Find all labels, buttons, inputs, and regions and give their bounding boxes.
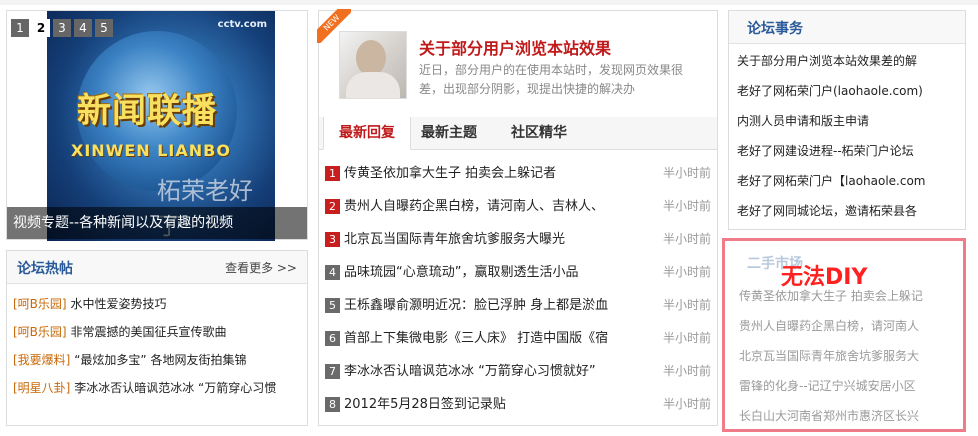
post-time: 半小时前 — [662, 331, 711, 345]
slide-page-2[interactable]: 2 — [32, 19, 50, 37]
rank-badge: 6 — [325, 331, 340, 346]
rank-badge: 1 — [325, 166, 340, 181]
list-item[interactable]: 老好了网建设进程--柘荣门户论坛 — [737, 136, 965, 166]
slide-page-3[interactable]: 3 — [53, 19, 71, 37]
list-item[interactable]: 8 2012年5月28日签到记录贴 半小时前 — [325, 388, 711, 421]
tab-community-best[interactable]: 社区精华 — [511, 117, 581, 149]
category-tag[interactable]: [明星八卦] — [13, 381, 70, 395]
slide-page-5[interactable]: 5 — [95, 19, 113, 37]
post-link[interactable]: 水中性爱姿势技巧 — [70, 297, 166, 311]
program-logo-cn: 新闻联播 — [77, 91, 217, 131]
thread-link[interactable]: 贵州人自曝药企黑白榜，请河南人、吉林人、 — [344, 199, 604, 214]
post-time: 半小时前 — [662, 166, 711, 180]
tab-latest-replies[interactable]: 最新回复 — [323, 117, 411, 150]
hot-posts-list: [呵B乐园] 水中性爱姿势技巧 [呵B乐园] 非常震撼的美国征兵宣传歌曲 [我要… — [7, 284, 307, 402]
thread-link[interactable]: 传黄圣依加拿大生子 拍卖会上躲记者 — [344, 166, 556, 181]
list-item[interactable]: 贵州人自曝药企黑白榜，请河南人 — [739, 311, 923, 341]
category-tag[interactable]: [呵B乐园] — [13, 297, 67, 311]
rank-badge: 4 — [325, 265, 340, 280]
rank-badge: 3 — [325, 232, 340, 247]
thread-link[interactable]: 2012年5月28日签到记录贴 — [344, 397, 506, 412]
list-item[interactable]: 5 王栎鑫曝俞灏明近况：脸已浮肿 身上都是淤血 半小时前 — [325, 289, 711, 322]
list-item[interactable]: [我要爆料] “最炫加多宝” 各地网友街拍集锦 — [13, 346, 307, 374]
view-more-link[interactable]: 查看更多 >> — [225, 259, 297, 276]
thread-link[interactable]: 王栎鑫曝俞灏明近况：脸已浮肿 身上都是淤血 — [344, 298, 608, 313]
list-item[interactable]: [明星八卦] 李冰冰否认暗讽范冰冰 “万箭穿心习惯 — [13, 374, 307, 402]
forum-affairs-header: 论坛事务 — [729, 11, 965, 44]
video-slideshow[interactable]: cctv.com 新闻联播 XINWEN LIANBO 柘荣老好了 1 2 3 … — [6, 10, 308, 241]
rank-badge: 7 — [325, 364, 340, 379]
hot-posts-panel: 论坛热帖 查看更多 >> [呵B乐园] 水中性爱姿势技巧 [呵B乐园] 非常震撼… — [6, 250, 308, 426]
post-time: 半小时前 — [662, 397, 711, 411]
post-time: 半小时前 — [662, 298, 711, 312]
list-item[interactable]: 1 传黄圣依加拿大生子 拍卖会上躲记者 半小时前 — [325, 157, 711, 190]
cctv-logo: cctv.com — [217, 19, 267, 30]
slide-page-1[interactable]: 1 — [11, 19, 29, 37]
latest-panel: NEW 关于部分用户浏览本站效果 近日，部分用户的在使用本站时，发现网页效果很差… — [317, 9, 718, 426]
featured-desc: 近日，部分用户的在使用本站时，发现网页效果很差，出现部分阴影，现提出快捷的解决办 — [419, 63, 684, 96]
list-item[interactable]: 雷锋的化身--记辽宁兴城安居小区 — [739, 371, 923, 401]
hot-posts-title: 论坛热帖 — [17, 261, 73, 277]
list-item[interactable]: 老好了网同城论坛，邀请柘荣县各 — [737, 196, 965, 226]
second-hand-market-panel: 二手市场 无法DIY 传黄圣依加拿大生子 拍卖会上躲记 贵州人自曝药企黑白榜，请… — [722, 238, 966, 432]
hot-posts-header: 论坛热帖 查看更多 >> — [7, 251, 307, 284]
list-item[interactable]: 老好了网柘荣门户(laohaole.com) — [737, 76, 965, 106]
post-time: 半小时前 — [662, 265, 711, 279]
list-item[interactable]: [呵B乐园] 非常震撼的美国征兵宣传歌曲 — [13, 318, 307, 346]
market-list: 传黄圣依加拿大生子 拍卖会上躲记 贵州人自曝药企黑白榜，请河南人 北京瓦当国际青… — [739, 281, 923, 431]
thread-link[interactable]: 北京瓦当国际青年旅舍坑爹服务大曝光 — [344, 232, 565, 247]
list-item[interactable]: 2 贵州人自曝药企黑白榜，请河南人、吉林人、 半小时前 — [325, 190, 711, 223]
forum-affairs-title: 论坛事务 — [747, 21, 803, 37]
rank-badge: 5 — [325, 298, 340, 313]
avatar-head-shape — [356, 40, 386, 76]
list-item[interactable]: 7 李冰冰否认暗讽范冰冰 “万箭穿心习惯就好” 半小时前 — [325, 355, 711, 388]
post-time: 半小时前 — [662, 232, 711, 246]
slide-caption[interactable]: 视频专题--各种新闻以及有趣的视频 — [7, 207, 307, 239]
forum-affairs-list: 关于部分用户浏览本站效果差的解 老好了网柘荣门户(laohaole.com) 内… — [729, 44, 965, 226]
program-logo-en: XINWEN LIANBO — [71, 141, 231, 160]
list-item[interactable]: 北京瓦当国际青年旅舍坑爹服务大 — [739, 341, 923, 371]
list-item[interactable]: 长白山大河南省郑州市惠济区长兴 — [739, 401, 923, 431]
slide-pager: 1 2 3 4 5 — [11, 19, 113, 37]
featured-title[interactable]: 关于部分用户浏览本站效果 — [419, 35, 611, 59]
category-tag[interactable]: [我要爆料] — [13, 353, 70, 367]
post-link[interactable]: “最炫加多宝” 各地网友街拍集锦 — [74, 353, 246, 367]
list-item[interactable]: 内测人员申请和版主申请 — [737, 106, 965, 136]
featured-avatar[interactable] — [339, 31, 407, 99]
list-item[interactable]: 老好了网柘荣门户【laohaole.com — [737, 166, 965, 196]
avatar-body-shape — [346, 72, 400, 98]
forum-affairs-panel: 论坛事务 关于部分用户浏览本站效果差的解 老好了网柘荣门户(laohaole.c… — [728, 10, 966, 230]
list-item[interactable]: 6 首部上下集微电影《三人床》 打造中国版《宿 半小时前 — [325, 322, 711, 355]
list-item[interactable]: 4 品味琉园“心意琉动”，赢取剔透生活小品 半小时前 — [325, 256, 711, 289]
list-item[interactable]: 3 北京瓦当国际青年旅舍坑爹服务大曝光 半小时前 — [325, 223, 711, 256]
latest-tabs: 最新回复 最新主题 社区精华 — [319, 117, 717, 150]
tab-latest-topics[interactable]: 最新主题 — [421, 117, 491, 149]
thread-link[interactable]: 品味琉园“心意琉动”，赢取剔透生活小品 — [344, 265, 578, 280]
thread-link[interactable]: 首部上下集微电影《三人床》 打造中国版《宿 — [344, 331, 608, 346]
slide-page-4[interactable]: 4 — [74, 19, 92, 37]
thread-link[interactable]: 李冰冰否认暗讽范冰冰 “万箭穿心习惯就好” — [344, 364, 596, 379]
post-link[interactable]: 李冰冰否认暗讽范冰冰 “万箭穿心习惯 — [74, 381, 276, 395]
list-item[interactable]: 传黄圣依加拿大生子 拍卖会上躲记 — [739, 281, 923, 311]
latest-list: 1 传黄圣依加拿大生子 拍卖会上躲记者 半小时前 2 贵州人自曝药企黑白榜，请河南人、… — [325, 157, 711, 421]
category-tag[interactable]: [呵B乐园] — [13, 325, 67, 339]
rank-badge: 8 — [325, 397, 340, 412]
list-item[interactable]: [呵B乐园] 水中性爱姿势技巧 — [13, 290, 307, 318]
market-inner: 二手市场 无法DIY 传黄圣依加拿大生子 拍卖会上躲记 贵州人自曝药企黑白榜，请… — [729, 245, 959, 425]
post-time: 半小时前 — [662, 364, 711, 378]
post-link[interactable]: 非常震撼的美国征兵宣传歌曲 — [70, 325, 226, 339]
top-divider — [0, 0, 978, 5]
rank-badge: 2 — [325, 199, 340, 214]
post-time: 半小时前 — [662, 199, 711, 213]
list-item[interactable]: 关于部分用户浏览本站效果差的解 — [737, 46, 965, 76]
